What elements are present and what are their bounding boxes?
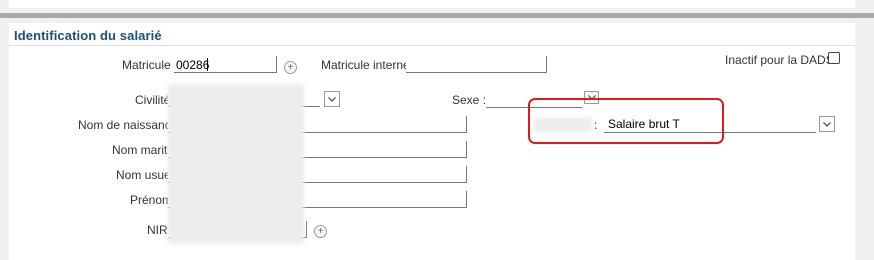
civilite-label: Civilité [135,93,171,107]
nom-usuel-label: Nom usuel [116,168,174,182]
section-separator [0,13,874,18]
matricule-interne-field[interactable] [406,56,547,73]
text-caret [207,58,208,71]
sexe-label: Sexe : [452,93,487,107]
chevron-down-icon [328,96,336,102]
nom-marital-label: Nom marital [112,143,177,157]
civilite-dropdown-button[interactable] [324,91,340,107]
inactif-dads-checkbox[interactable] [828,52,840,64]
inactif-dads-label: Inactif pour la DADS [725,53,834,67]
matricule-interne-label: Matricule interne: [321,58,414,72]
custom-field-dropdown-button[interactable] [819,116,835,132]
nir-label: NIR [147,223,168,237]
redacted-personal-data [168,84,304,244]
matricule-label: Matricule : [122,58,178,72]
matricule-add-icon[interactable]: + [284,61,297,74]
highlight-annotation [528,98,724,144]
section-title: Identification du salarié [14,28,162,43]
matricule-value: 00286 [176,58,210,72]
top-panel [9,0,855,8]
matricule-field[interactable]: 00286 [174,56,277,73]
prenom-label: Prénom [130,193,173,207]
chevron-down-icon [823,121,831,127]
title-rule [9,45,855,46]
nom-naissance-label: Nom de naissance [78,118,178,132]
nir-add-icon[interactable]: + [314,225,327,238]
